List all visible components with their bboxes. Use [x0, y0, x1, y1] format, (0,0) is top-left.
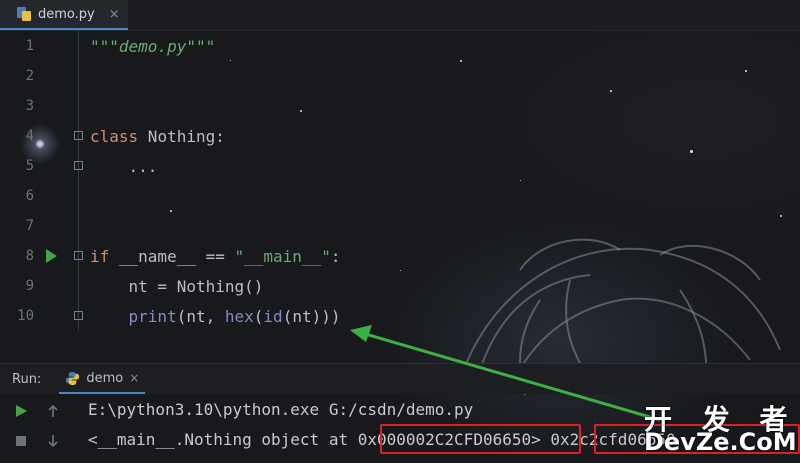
watermark-logo: 开 发 者 DevZe.CoM: [640, 398, 800, 463]
watermark-en: DevZe.CoM: [644, 428, 797, 456]
annotation-arrow: [350, 325, 661, 422]
